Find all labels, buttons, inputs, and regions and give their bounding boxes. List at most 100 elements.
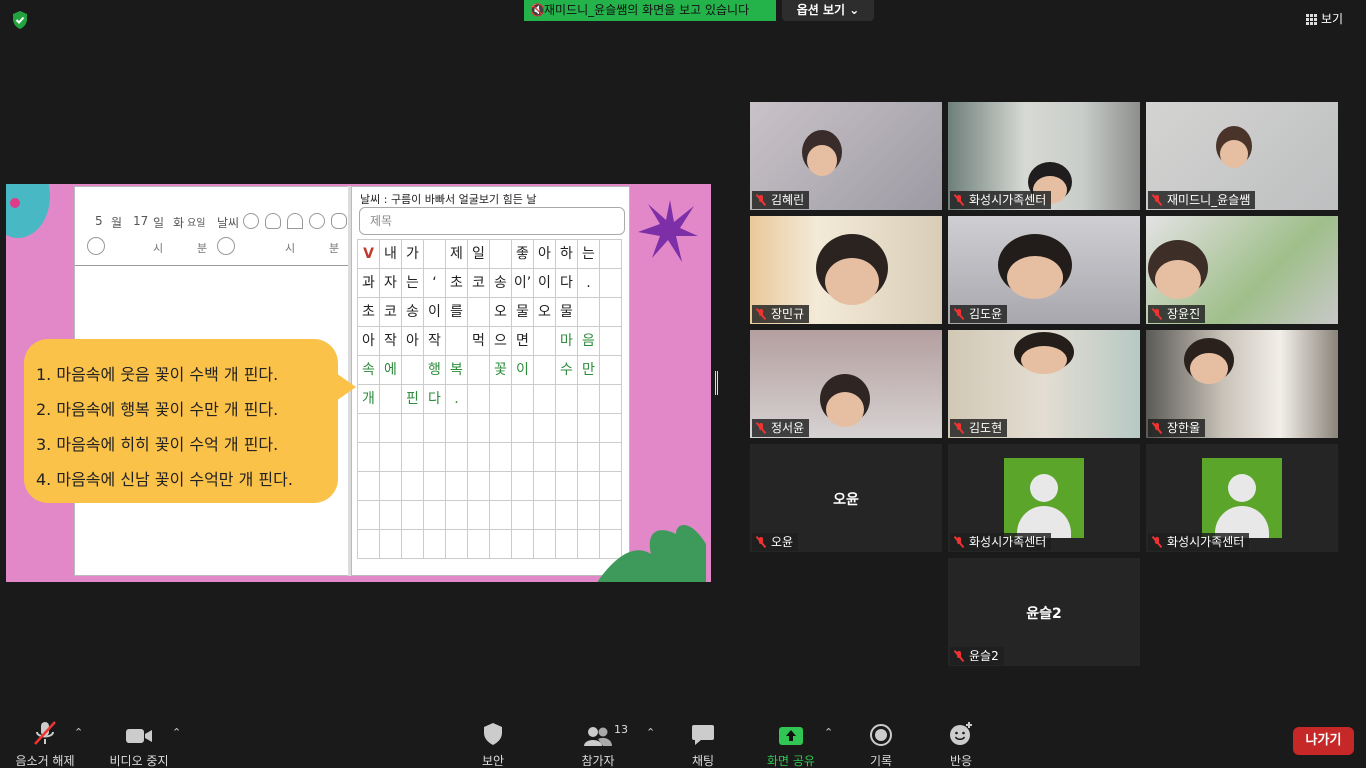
bubble-line: 2. 마음속에 행복 꽃이 수만 개 핀다. <box>36 400 279 419</box>
participants-options-caret[interactable]: ⌃ <box>646 726 655 739</box>
writing-grid: V 내 가 제 일 좋 아 하 는 과 자 는 ‘초 코 송 이’ 이 다. 초 코 송 이 를 오 물 오 물 아 작 아 작 먹 으 면 마 음 속… <box>357 239 622 559</box>
mic-muted-icon <box>953 422 965 434</box>
participant-tile[interactable]: 윤슬2 윤슬2 <box>948 558 1140 666</box>
grid-cell <box>358 530 380 559</box>
grid-cell: 코 <box>468 269 490 298</box>
grid-cell: 에 <box>380 356 402 385</box>
grid-cell: 물 <box>556 298 578 327</box>
grid-cell: 는 <box>402 269 424 298</box>
grid-cell <box>600 414 622 443</box>
share-screen-label: 화면 공유 <box>767 754 815 768</box>
participant-caption: 정서윤 <box>752 419 810 437</box>
reactions-button[interactable]: 반응 <box>936 712 986 768</box>
grid-cell: 속 <box>358 356 380 385</box>
stop-video-button[interactable]: 비디오 중지 <box>102 712 176 768</box>
grid-cell: 먹 <box>468 327 490 356</box>
date-row: 5 월 17 일 화 요일 날씨 <box>75 207 353 235</box>
participant-name: 화성시가족센터 <box>969 193 1047 207</box>
mic-muted-icon <box>755 422 767 434</box>
security-button[interactable]: 보안 <box>466 712 520 768</box>
view-options-button[interactable]: 옵션 보기 ⌄ <box>782 0 874 21</box>
participant-tile[interactable]: 화성시가족센터 <box>948 102 1140 210</box>
grid-cell: 마 <box>556 327 578 356</box>
grid-cell <box>600 385 622 414</box>
participant-tile[interactable]: 화성시가족센터 <box>1146 444 1338 552</box>
umbrella-icon <box>287 213 303 229</box>
security-shield-icon[interactable] <box>10 10 30 30</box>
weather-label: 날씨 <box>217 216 240 230</box>
grid-cell <box>380 472 402 501</box>
panel-resize-handle[interactable] <box>715 371 718 395</box>
mic-muted-icon <box>755 536 767 548</box>
grid-cell <box>490 501 512 530</box>
grid-cell <box>402 356 424 385</box>
participants-count: 13 <box>614 723 628 736</box>
participant-tile[interactable]: 오윤 오윤 <box>750 444 942 552</box>
grid-cell: 초 <box>358 298 380 327</box>
video-options-caret[interactable]: ⌃ <box>172 726 181 739</box>
grid-cell: 송 <box>490 269 512 298</box>
leave-button[interactable]: 나가기 <box>1293 727 1354 755</box>
grid-cell <box>468 414 490 443</box>
participant-tile[interactable]: 김도현 <box>948 330 1140 438</box>
shared-screen: 5 월 17 일 화 요일 날씨 시 분 시 분 날씨: 구름이 바빠서 얼굴… <box>6 184 711 582</box>
mic-muted-icon <box>34 721 56 745</box>
day-value: 17 <box>133 214 149 228</box>
speech-bubble: 1. 마음속에 웃음 꽃이 수백 개 핀다. 2. 마음속에 행복 꽃이 수만 … <box>24 339 356 503</box>
grid-cell <box>600 472 622 501</box>
mic-muted-icon <box>953 650 965 662</box>
unmute-button[interactable]: 음소거 해제 <box>8 712 82 768</box>
stop-video-label: 비디오 중지 <box>109 754 169 768</box>
grid-cell: 하 <box>556 240 578 269</box>
record-button[interactable]: 기록 <box>856 712 906 768</box>
share-screen-button[interactable]: 화면 공유 <box>758 712 824 768</box>
grid-cell: 으 <box>490 327 512 356</box>
grid-cell <box>600 443 622 472</box>
participants-button[interactable]: 참가자 <box>570 712 626 768</box>
grid-cell <box>402 414 424 443</box>
participant-caption: 화성시가족센터 <box>950 191 1052 209</box>
record-label: 기록 <box>869 754 893 768</box>
grid-cell: 오 <box>534 298 556 327</box>
grid-cell: 가 <box>402 240 424 269</box>
participant-tile[interactable]: 김도윤 <box>948 216 1140 324</box>
mic-muted-icon <box>953 194 965 206</box>
grid-cell <box>512 414 534 443</box>
participant-name: 정서윤 <box>771 421 805 435</box>
mic-muted-icon <box>755 308 767 320</box>
participant-center-name: 윤슬2 <box>1026 606 1062 622</box>
screen-share-banner: 🔇재미드니_윤슬쌤의 화면을 보고 있습니다 <box>524 0 776 21</box>
decor-blob <box>6 184 50 238</box>
rain-cloud-icon <box>309 213 325 229</box>
participant-tile[interactable]: 재미드니_윤슬쌤 <box>1146 102 1338 210</box>
wake-clock-icon <box>87 237 105 255</box>
wake-hour-label: 시 <box>153 242 164 255</box>
participant-name: 장윤진 <box>1167 307 1201 321</box>
grid-cell: V <box>358 240 380 269</box>
audio-options-caret[interactable]: ⌃ <box>74 726 83 739</box>
bubble-line: 1. 마음속에 웃음 꽃이 수백 개 핀다. <box>36 365 279 384</box>
participant-tile[interactable]: 장윤진 <box>1146 216 1338 324</box>
grid-cell: 이’ <box>512 269 534 298</box>
participant-tile[interactable]: 장민규 <box>750 216 942 324</box>
grid-cell: 면 <box>512 327 534 356</box>
share-options-caret[interactable]: ⌃ <box>824 726 833 739</box>
unmute-label: 음소거 해제 <box>15 754 75 768</box>
grid-cell <box>446 472 468 501</box>
grid-cell: 물 <box>512 298 534 327</box>
participant-tile[interactable]: 김혜린 <box>750 102 942 210</box>
grid-cell <box>534 414 556 443</box>
participant-tile[interactable]: 화성시가족센터 <box>948 444 1140 552</box>
participant-tile[interactable]: 정서윤 <box>750 330 942 438</box>
view-button[interactable]: 보기 <box>1306 8 1343 30</box>
grid-cell: ‘ <box>424 269 446 298</box>
chat-button[interactable]: 채팅 <box>678 712 728 768</box>
weekday-value: 화 <box>173 216 185 230</box>
grid-cell <box>402 443 424 472</box>
grid-cell <box>534 501 556 530</box>
participant-tile[interactable]: 장한울 <box>1146 330 1338 438</box>
video-camera-icon <box>126 729 152 743</box>
participant-face <box>1006 255 1064 300</box>
grid-cell <box>556 530 578 559</box>
grid-cell: 아 <box>358 327 380 356</box>
